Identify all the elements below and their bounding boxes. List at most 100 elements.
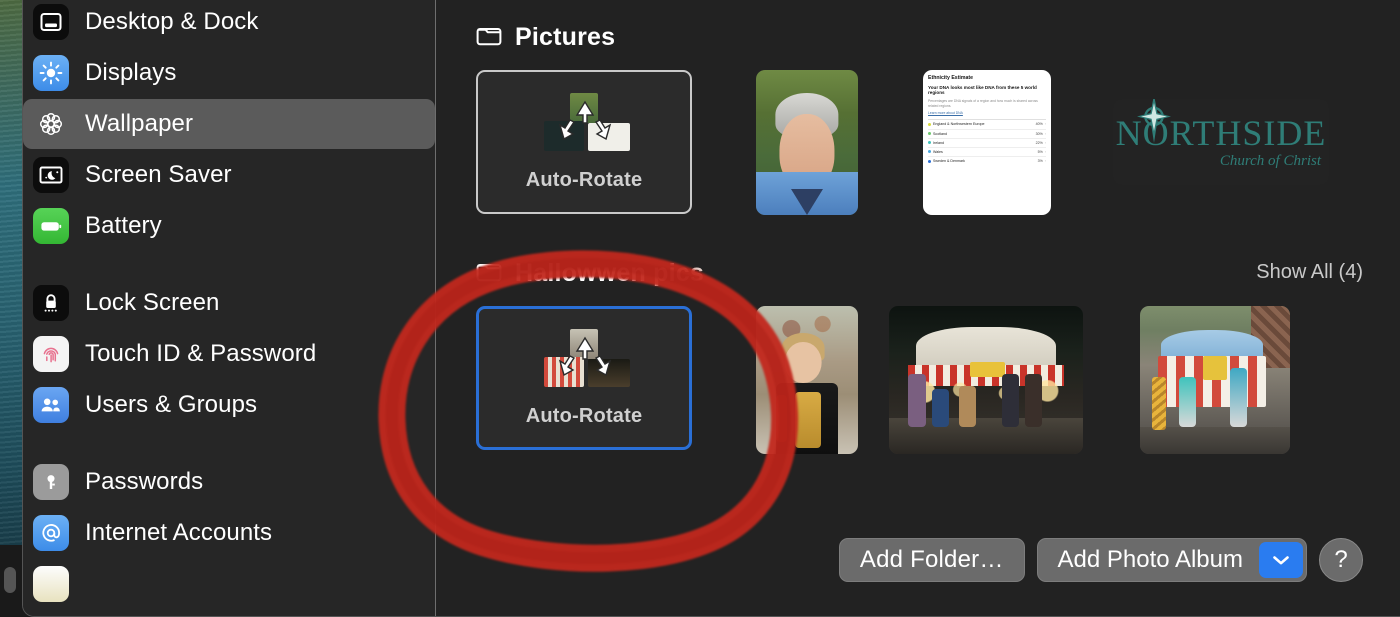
auto-rotate-tile-pictures[interactable]: Auto-Rotate: [476, 70, 692, 214]
pictures-thumbnail-row: Auto-Rotate Ethnicity Estimate Your DNA …: [476, 70, 1400, 215]
sidebar-item-battery[interactable]: Battery: [23, 201, 435, 251]
thumb-detail: [932, 389, 949, 427]
sidebar-item-screen-saver[interactable]: Screen Saver: [23, 150, 435, 200]
section-title-pictures: Pictures: [515, 23, 615, 52]
region-name: Sweden & Denmark: [933, 159, 1036, 163]
sidebar-item-passwords[interactable]: Passwords: [23, 457, 435, 507]
thumb-detail: [908, 374, 925, 427]
sidebar-item-internet-accounts[interactable]: Internet Accounts: [23, 508, 435, 558]
portrait-man-thumbnail[interactable]: [756, 70, 858, 215]
sidebar-item-label: Touch ID & Password: [85, 340, 316, 368]
carnival-night-thumbnail[interactable]: [889, 306, 1083, 454]
doc-heading: Ethnicity Estimate: [928, 75, 1046, 82]
wallpaper-icon: [33, 106, 69, 142]
battery-icon: [33, 208, 69, 244]
thumb-detail: [970, 362, 1005, 377]
lock-screen-icon: [33, 285, 69, 321]
thumb-detail: [791, 189, 823, 215]
add-folder-button[interactable]: Add Folder…: [839, 538, 1025, 582]
sidebar-item-label: Battery: [85, 212, 162, 240]
ethnicity-estimate-thumbnail[interactable]: Ethnicity Estimate Your DNA looks most l…: [923, 70, 1051, 215]
region-name: England & Northwestern Europe: [933, 122, 1034, 126]
passwords-key-icon: [33, 464, 69, 500]
auto-rotate-graphic: [536, 93, 632, 155]
northside-logo-thumbnail[interactable]: NORTHSIDE Church of Christ: [1113, 99, 1329, 185]
halloween-thumbnail-row: Auto-Rotate: [476, 306, 1400, 454]
doc-region-row: Scotland 30% ›: [928, 130, 1046, 139]
add-photo-album-label: Add Photo Album: [1038, 539, 1259, 581]
carnival-day-thumbnail[interactable]: [1140, 306, 1290, 454]
recycle-arrows-icon: [554, 99, 616, 149]
thumb-detail: [905, 380, 1068, 404]
doc-region-row: Wales 5% ›: [928, 148, 1046, 157]
chevron-right-icon: ›: [1045, 122, 1046, 126]
sidebar-item-wallpaper[interactable]: Wallpaper: [23, 99, 435, 149]
region-percent: 30%: [1036, 132, 1043, 136]
touch-id-icon: [33, 336, 69, 372]
region-percent: 3%: [1038, 159, 1043, 163]
chevron-right-icon: ›: [1045, 150, 1046, 154]
add-photo-album-button[interactable]: Add Photo Album: [1037, 538, 1307, 582]
logo-tagline: Church of Christ: [1220, 153, 1329, 170]
section-title-suffix: pics: [653, 259, 704, 287]
sidebar-item-label: Wallpaper: [85, 110, 193, 138]
chevron-right-icon: ›: [1045, 132, 1046, 136]
partial-app-icon: [33, 566, 69, 602]
section-header-halloween: Hallowwen pics Show All (4): [476, 259, 1400, 288]
sidebar-item-label: Desktop & Dock: [85, 8, 258, 36]
recycle-arrows-icon: [554, 335, 616, 385]
sidebar-item-users-groups[interactable]: Users & Groups: [23, 380, 435, 430]
sidebar-item-touch-id[interactable]: Touch ID & Password: [23, 329, 435, 379]
system-settings-window: Desktop & Dock Displays: [22, 0, 1400, 617]
region-swatch: [928, 132, 931, 135]
thumb-detail: [776, 395, 786, 442]
show-all-button[interactable]: Show All (4): [1256, 261, 1363, 284]
auto-rotate-tile-halloween[interactable]: Auto-Rotate: [476, 306, 692, 450]
logo-wrapper: NORTHSIDE Church of Christ: [1113, 99, 1329, 185]
region-percent: 5%: [1038, 150, 1043, 154]
action-button-bar: Add Folder… Add Photo Album ?: [839, 538, 1363, 582]
thumb-detail: [959, 386, 976, 427]
auto-rotate-label: Auto-Rotate: [526, 169, 643, 192]
thumb-detail: [1140, 427, 1290, 454]
thumb-detail: [785, 342, 822, 383]
section-title-main: Hallowwen: [515, 259, 646, 287]
auto-rotate-label: Auto-Rotate: [526, 405, 643, 428]
sidebar-item-displays[interactable]: Displays: [23, 48, 435, 98]
sidebar-group-separator-2: [23, 431, 435, 457]
halloween-child-thumbnail[interactable]: [756, 306, 858, 454]
chevron-right-icon: ›: [1045, 141, 1046, 145]
folder-icon: [476, 25, 502, 51]
chevron-down-icon[interactable]: [1259, 542, 1303, 578]
doc-body-text: Percentages are DNA signals of a region …: [928, 99, 1046, 109]
sidebar-item-partial-next[interactable]: [23, 559, 435, 609]
section-header-pictures: Pictures: [476, 23, 1400, 52]
doc-region-row: England & Northwestern Europe 40% ›: [928, 120, 1046, 129]
sidebar-item-desktop-dock[interactable]: Desktop & Dock: [23, 0, 435, 47]
thumb-detail: [1025, 374, 1042, 427]
internet-accounts-at-icon: [33, 515, 69, 551]
region-swatch: [928, 150, 931, 153]
thumb-detail: [1179, 377, 1196, 427]
sidebar-item-lock-screen[interactable]: Lock Screen: [23, 278, 435, 328]
doc-region-row: Ireland 22% ›: [928, 139, 1046, 148]
wallpaper-content-pane: Pictures Auto-Rotate: [436, 0, 1400, 616]
thumb-detail: [795, 392, 822, 448]
thumb-detail: [1230, 368, 1247, 427]
region-swatch: [928, 160, 931, 163]
doc-region-list: England & Northwestern Europe 40% › Scot…: [928, 119, 1046, 165]
doc-link: Learn more about DNA: [928, 111, 1046, 115]
region-name: Wales: [933, 150, 1036, 154]
section-title-halloween: Hallowwen pics: [515, 259, 704, 288]
region-swatch: [928, 123, 931, 126]
region-swatch: [928, 141, 931, 144]
compass-star-icon: [1137, 99, 1171, 143]
chevron-right-icon: ›: [1045, 159, 1046, 163]
displays-icon: [33, 55, 69, 91]
sidebar-item-label: Internet Accounts: [85, 519, 272, 547]
sidebar-item-label: Lock Screen: [85, 289, 220, 317]
help-button[interactable]: ?: [1319, 538, 1363, 582]
dock-scroll-pill: [4, 567, 16, 593]
sidebar-group-separator: [23, 252, 435, 278]
settings-sidebar[interactable]: Desktop & Dock Displays: [23, 0, 435, 616]
